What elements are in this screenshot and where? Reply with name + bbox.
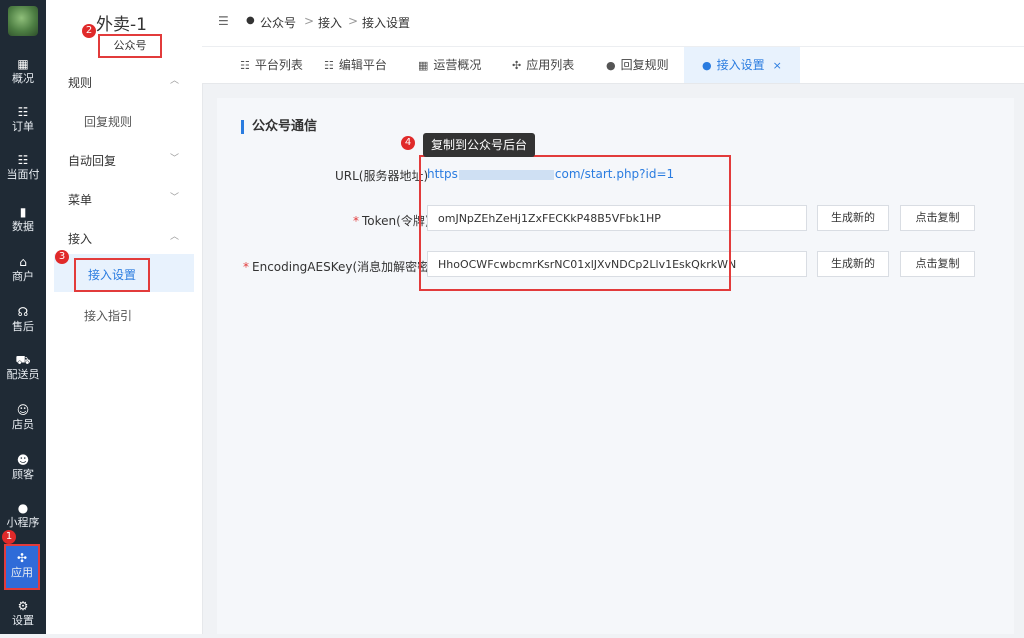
nav-item-access-guide[interactable]: 接入指引 [84, 307, 132, 324]
aes-key-label-text: EncodingAESKey(消息加解密密钥) [252, 260, 446, 274]
rail-item-settings[interactable]: ⚙ 设置 [0, 592, 46, 638]
rail-item-label: 店员 [12, 418, 34, 431]
headset-icon: ☊ [17, 305, 29, 319]
url-label: URL(服务器地址) [335, 169, 429, 183]
aes-key-label: * EncodingAESKey(消息加解密密钥) [243, 258, 446, 275]
rail-item-label: 应用 [11, 566, 33, 579]
grid-icon: ▦ [418, 59, 429, 72]
wechat-icon: ● [17, 501, 29, 515]
wechat-icon: ● [246, 15, 255, 26]
copy-aes-key-button[interactable]: 点击复制 [900, 251, 975, 277]
tab-platform-list[interactable]: ☷ 平台列表 [240, 47, 303, 83]
rail-item-label: 当面付 [6, 168, 40, 181]
main-content: 公众号通信 URL(服务器地址) https com/start.php?id=1… [217, 98, 1014, 634]
grid-icon: ▦ [17, 57, 29, 71]
annotation-badge: 1 [2, 530, 16, 544]
annotation-badge: 4 [401, 136, 415, 150]
page-tabs: ☷ 平台列表 ☷ 编辑平台 ▦ 运营概况 ✣ 应用列表 ● 回复规则 ● 接入设置 × [202, 47, 1024, 84]
tab-label: 平台列表 [254, 58, 303, 72]
close-icon[interactable]: × [773, 59, 782, 72]
settings-icon: ⚙ [17, 599, 29, 613]
store-icon: ⌂ [19, 255, 27, 269]
required-mark: * [353, 214, 359, 228]
rail-item-label: 商户 [12, 270, 34, 283]
rail-item-face-pay[interactable]: ☷ 当面付 [0, 146, 46, 192]
shop-title: 外卖-1 [96, 15, 147, 35]
rail-item-courier[interactable]: ⛟ 配送员 [0, 346, 46, 392]
rail-item-label: 售后 [12, 320, 34, 333]
nav-group-rules[interactable]: 规则 [68, 74, 92, 91]
nav-group-menu[interactable]: 菜单 [68, 191, 92, 208]
bar-chart-icon: ▮ [19, 205, 27, 219]
tab-label: 应用列表 [526, 58, 575, 72]
chevron-up-icon: ︿ [170, 76, 180, 86]
nav-group-access[interactable]: 接入 [68, 230, 92, 247]
platform-type-label: 公众号 [98, 34, 162, 58]
tab-operation-overview[interactable]: ▦ 运营概况 [418, 47, 481, 83]
user-circle-icon: ☻ [16, 453, 30, 467]
rail-item-label: 设置 [12, 614, 34, 627]
rail-item-after-sales[interactable]: ☊ 售后 [0, 298, 46, 344]
list-icon: ☷ [17, 153, 29, 167]
tab-label: 接入设置 [716, 58, 765, 72]
app-logo [8, 6, 38, 36]
rail-item-staff[interactable]: ☺ 店员 [0, 396, 46, 442]
rail-item-overview[interactable]: ▦ 概况 [0, 50, 46, 96]
secondary-nav: 外卖-1 公众号 规则 ︿ 回复规则 自动回复 ﹀ 菜单 ﹀ 接入 ︿ 接入设置… [46, 0, 203, 634]
required-mark: * [243, 260, 249, 274]
top-bar: ☰ ● 公众号 > 接入 > 接入设置 [202, 0, 1024, 47]
tab-label: 编辑平台 [338, 58, 387, 72]
apps-icon: ✣ [512, 59, 522, 72]
rail-item-label: 概况 [12, 72, 34, 85]
breadcrumb-current: 接入设置 [362, 16, 411, 30]
list-icon: ☷ [324, 59, 334, 72]
chevron-up-icon: ︿ [170, 232, 180, 242]
breadcrumb-separator: > [348, 14, 359, 28]
generate-aes-key-button[interactable]: 生成新的 [817, 251, 889, 277]
list-icon: ☷ [17, 105, 29, 119]
rail-item-label: 顾客 [12, 468, 34, 481]
chevron-down-icon: ﹀ [170, 154, 180, 164]
chevron-down-icon: ﹀ [170, 193, 180, 203]
wechat-icon: ● [702, 59, 712, 72]
breadcrumb-item[interactable]: 接入 [318, 14, 342, 31]
rail-item-customers[interactable]: ☻ 顾客 [0, 446, 46, 492]
nav-item-reply-rules[interactable]: 回复规则 [84, 113, 132, 130]
tab-label: 回复规则 [620, 58, 669, 72]
rail-item-apps[interactable]: ✣ 应用 [4, 544, 40, 590]
users-icon: ☺ [16, 403, 30, 417]
annotation-badge: 2 [82, 24, 96, 38]
apps-icon: ✣ [16, 551, 28, 565]
rail-item-orders[interactable]: ☷ 订单 [0, 98, 46, 144]
section-title: 公众号通信 [241, 120, 317, 134]
tab-reply-rules[interactable]: ● 回复规则 [606, 47, 669, 83]
rail-item-label: 数据 [12, 220, 34, 233]
generate-token-button[interactable]: 生成新的 [817, 205, 889, 231]
rail-item-label: 订单 [12, 120, 34, 133]
breadcrumb-item[interactable]: 公众号 [260, 14, 296, 31]
rail-item-data[interactable]: ▮ 数据 [0, 198, 46, 244]
copy-hint-tooltip: 复制到公众号后台 [423, 133, 536, 157]
rail-item-merchant[interactable]: ⌂ 商户 [0, 248, 46, 294]
breadcrumb-separator: > [304, 14, 315, 28]
list-icon: ☷ [240, 59, 250, 72]
rail-item-label: 配送员 [6, 368, 40, 381]
copy-token-button[interactable]: 点击复制 [900, 205, 975, 231]
tab-label: 运营概况 [433, 58, 482, 72]
nav-group-auto-reply[interactable]: 自动回复 [68, 152, 116, 169]
truck-icon: ⛟ [15, 353, 31, 367]
menu-toggle-icon[interactable]: ☰ [218, 14, 229, 28]
rail-item-label: 小程序 [6, 516, 40, 529]
tab-app-list[interactable]: ✣ 应用列表 [512, 47, 574, 83]
copy-area-highlight [419, 155, 731, 291]
annotation-badge: 3 [55, 250, 69, 264]
nav-item-access-settings[interactable]: 接入设置 [74, 258, 150, 292]
wechat-icon: ● [606, 59, 616, 72]
tab-access-settings[interactable]: ● 接入设置 × [684, 47, 800, 83]
tab-edit-platform[interactable]: ☷ 编辑平台 [324, 47, 387, 83]
